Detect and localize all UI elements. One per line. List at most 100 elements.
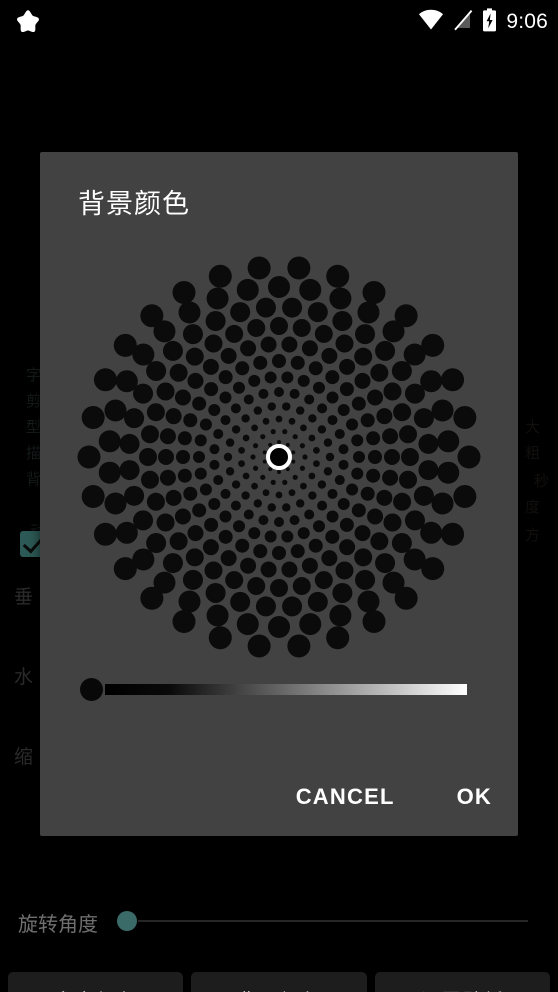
color-wheel-dot[interactable] xyxy=(225,324,244,343)
color-wheel-dot[interactable] xyxy=(262,450,267,455)
color-wheel-dot[interactable] xyxy=(241,491,250,500)
color-wheel-dot[interactable] xyxy=(205,311,226,332)
color-wheel-dot[interactable] xyxy=(339,517,354,532)
color-wheel-dot[interactable] xyxy=(159,469,176,486)
color-wheel-dot[interactable] xyxy=(370,532,389,551)
color-wheel-dot[interactable] xyxy=(391,533,412,554)
color-wheel-dot[interactable] xyxy=(307,591,328,612)
color-wheel-dot[interactable] xyxy=(326,626,350,650)
color-wheel-dot[interactable] xyxy=(267,503,276,512)
color-wheel-dot[interactable] xyxy=(375,340,396,361)
color-wheel-dot[interactable] xyxy=(225,467,235,476)
color-wheel-dot[interactable] xyxy=(394,586,418,610)
color-wheel-dot[interactable] xyxy=(165,408,182,425)
color-wheel-dot[interactable] xyxy=(235,538,250,553)
color-wheel-dot[interactable] xyxy=(158,449,174,465)
color-wheel-dot[interactable] xyxy=(431,492,454,515)
color-wheel-dot[interactable] xyxy=(327,488,338,499)
color-wheel-dot[interactable] xyxy=(169,363,188,382)
color-wheel-dot[interactable] xyxy=(301,557,318,574)
color-wheel-dot[interactable] xyxy=(247,318,266,337)
color-wheel-dot[interactable] xyxy=(146,403,165,422)
color-wheel-dot[interactable] xyxy=(383,513,402,532)
color-wheel-dot[interactable] xyxy=(178,301,201,324)
color-wheel-dot[interactable] xyxy=(165,489,182,506)
color-wheel-dot[interactable] xyxy=(93,522,117,546)
color-wheel-dot[interactable] xyxy=(457,445,481,469)
color-wheel-dot[interactable] xyxy=(382,469,399,486)
color-wheel-dot[interactable] xyxy=(252,465,259,471)
color-wheel-dot[interactable] xyxy=(323,467,333,476)
color-wheel-dot[interactable] xyxy=(185,548,204,567)
color-wheel-dot[interactable] xyxy=(204,382,219,397)
color-wheel-dot[interactable] xyxy=(325,529,340,544)
color-wheel-dot[interactable] xyxy=(268,442,273,447)
color-wheel-dot[interactable] xyxy=(172,610,196,634)
color-wheel-dot[interactable] xyxy=(194,434,207,447)
color-wheel-dot[interactable] xyxy=(308,414,317,423)
color-wheel-dot[interactable] xyxy=(140,470,159,489)
set-wallpaper-button[interactable]: 设置壁纸 xyxy=(374,972,550,992)
color-wheel-dot[interactable] xyxy=(281,371,294,384)
color-wheel-dot[interactable] xyxy=(317,403,328,414)
color-wheel-dot[interactable] xyxy=(260,336,277,353)
color-wheel-dot[interactable] xyxy=(317,500,328,511)
color-wheel-dot[interactable] xyxy=(187,372,204,389)
color-wheel-dot[interactable] xyxy=(260,474,266,480)
selected-color-swatch[interactable] xyxy=(266,444,292,470)
brightness-slider-track[interactable] xyxy=(105,684,467,695)
color-wheel-dot[interactable] xyxy=(421,333,445,357)
color-wheel-dot[interactable] xyxy=(81,406,105,429)
color-wheel-dot[interactable] xyxy=(299,443,306,449)
color-wheel-dot[interactable] xyxy=(351,467,364,480)
color-wheel-dot[interactable] xyxy=(209,444,220,455)
color-wheel-dot[interactable] xyxy=(287,634,311,658)
color-wheel-dot[interactable] xyxy=(291,459,296,464)
color-wheel-dot[interactable] xyxy=(258,388,269,399)
color-wheel-dot[interactable] xyxy=(243,394,254,405)
color-wheel-dot[interactable] xyxy=(299,613,322,636)
color-wheel-dot[interactable] xyxy=(332,582,353,603)
color-wheel-dot[interactable] xyxy=(169,532,188,551)
color-wheel-dot[interactable] xyxy=(236,613,259,636)
color-wheel-dot[interactable] xyxy=(329,287,352,310)
color-wheel-dot[interactable] xyxy=(338,444,349,455)
color-wheel-dot[interactable] xyxy=(140,586,164,610)
color-wheel-dot[interactable] xyxy=(124,485,145,506)
color-wheel-dot[interactable] xyxy=(376,489,393,506)
color-wheel-dot[interactable] xyxy=(367,508,384,525)
color-wheel-dot[interactable] xyxy=(204,334,223,353)
ok-button[interactable]: OK xyxy=(443,776,506,818)
color-wheel-dot[interactable] xyxy=(401,448,419,466)
color-wheel-dot[interactable] xyxy=(255,297,276,318)
cancel-button[interactable]: CANCEL xyxy=(282,776,409,818)
color-wheel-dot[interactable] xyxy=(332,311,353,332)
color-wheel-dot[interactable] xyxy=(208,403,221,416)
color-wheel-dot[interactable] xyxy=(225,571,244,590)
color-wheel-dot[interactable] xyxy=(202,539,219,556)
color-wheel-dot[interactable] xyxy=(247,577,266,596)
color-wheel-dot[interactable] xyxy=(295,499,305,508)
color-wheel-dot[interactable] xyxy=(289,388,300,399)
color-wheel-dot[interactable] xyxy=(230,403,241,414)
color-wheel-dot[interactable] xyxy=(192,503,207,518)
color-wheel-dot[interactable] xyxy=(300,482,307,490)
color-wheel-dot[interactable] xyxy=(281,530,294,543)
color-wheel-dot[interactable] xyxy=(393,403,412,422)
color-wheel-dot[interactable] xyxy=(248,374,261,387)
color-wheel-dot[interactable] xyxy=(353,451,365,463)
color-wheel-dot[interactable] xyxy=(202,358,219,375)
color-wheel-dot[interactable] xyxy=(274,517,284,527)
rotation-angle-track[interactable] xyxy=(138,920,528,922)
color-wheel-dot[interactable] xyxy=(297,527,310,540)
color-wheel-dot[interactable] xyxy=(413,408,434,429)
color-wheel-dot[interactable] xyxy=(297,374,310,387)
color-wheel-dot[interactable] xyxy=(418,433,439,454)
color-wheel-dot[interactable] xyxy=(326,510,339,523)
color-wheel-dot[interactable] xyxy=(264,530,277,543)
color-wheel-dot[interactable] xyxy=(267,402,276,411)
color-wheel-dot[interactable] xyxy=(355,569,376,590)
color-wheel-dot[interactable] xyxy=(357,301,380,324)
color-wheel-dot[interactable] xyxy=(282,596,303,617)
color-wheel-dot[interactable] xyxy=(290,355,305,370)
